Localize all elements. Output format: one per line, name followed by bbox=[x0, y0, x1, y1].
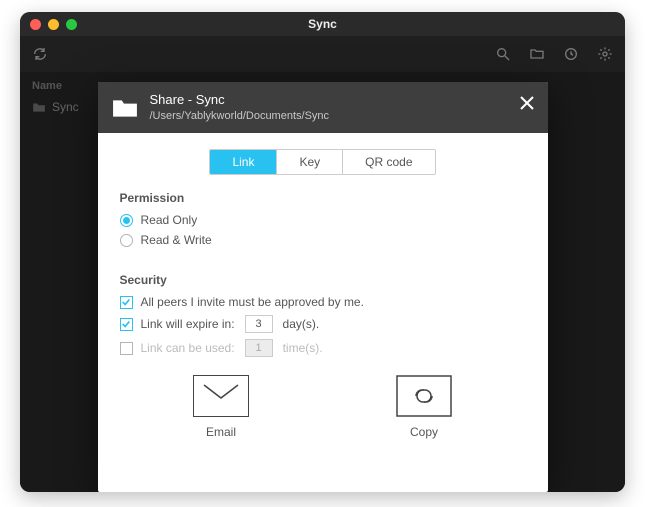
checkbox-link-expire[interactable]: Link will expire in: day(s). bbox=[120, 315, 526, 333]
checkbox-link-uses[interactable]: Link can be used: time(s). bbox=[120, 339, 526, 357]
copy-button[interactable]: Copy bbox=[396, 375, 452, 439]
tab-link[interactable]: Link bbox=[210, 150, 277, 174]
link-icon bbox=[396, 375, 452, 417]
close-button[interactable] bbox=[518, 94, 536, 112]
checkbox-icon bbox=[120, 296, 133, 309]
tab-qr-code[interactable]: QR code bbox=[343, 150, 434, 174]
modal-title: Share - Sync bbox=[150, 92, 330, 109]
checkbox-label-prefix: Link can be used: bbox=[141, 341, 235, 355]
modal-header: Share - Sync /Users/Yablykworld/Document… bbox=[98, 82, 548, 133]
action-label: Copy bbox=[410, 425, 438, 439]
permission-heading: Permission bbox=[120, 191, 526, 205]
settings-icon[interactable] bbox=[597, 46, 613, 62]
radio-icon bbox=[120, 234, 133, 247]
app-window: Sync Name Sync Share - Sync bbox=[20, 12, 625, 492]
modal-overlay: Share - Sync /Users/Yablykworld/Document… bbox=[20, 72, 625, 492]
action-row: Email Copy bbox=[120, 375, 526, 439]
toolbar bbox=[20, 36, 625, 72]
checkbox-label: All peers I invite must be approved by m… bbox=[141, 295, 364, 309]
action-label: Email bbox=[206, 425, 236, 439]
checkbox-label-suffix: day(s). bbox=[283, 317, 320, 331]
window-title: Sync bbox=[20, 17, 625, 31]
checkbox-icon bbox=[120, 318, 133, 331]
security-heading: Security bbox=[120, 273, 526, 287]
history-icon[interactable] bbox=[563, 46, 579, 62]
close-icon bbox=[518, 94, 536, 112]
radio-read-write[interactable]: Read & Write bbox=[120, 233, 526, 247]
envelope-icon bbox=[193, 375, 249, 417]
checkbox-icon bbox=[120, 342, 133, 355]
radio-label: Read Only bbox=[141, 213, 198, 227]
checkbox-label-prefix: Link will expire in: bbox=[141, 317, 235, 331]
search-icon[interactable] bbox=[495, 46, 511, 62]
modal-path: /Users/Yablykworld/Documents/Sync bbox=[150, 109, 330, 123]
titlebar: Sync bbox=[20, 12, 625, 36]
folder-icon[interactable] bbox=[529, 46, 545, 62]
radio-icon bbox=[120, 214, 133, 227]
radio-label: Read & Write bbox=[141, 233, 212, 247]
folder-icon bbox=[112, 97, 138, 119]
share-modal: Share - Sync /Users/Yablykworld/Document… bbox=[98, 82, 548, 492]
tab-group: Link Key QR code bbox=[120, 149, 526, 175]
tab-key[interactable]: Key bbox=[277, 150, 343, 174]
checkbox-approve-peers[interactable]: All peers I invite must be approved by m… bbox=[120, 295, 526, 309]
radio-read-only[interactable]: Read Only bbox=[120, 213, 526, 227]
uses-count-input bbox=[245, 339, 273, 357]
email-button[interactable]: Email bbox=[193, 375, 249, 439]
main-body: Name Sync Share - Sync /Users/Yablykworl… bbox=[20, 72, 625, 492]
refresh-icon[interactable] bbox=[32, 46, 48, 62]
modal-body: Link Key QR code Permission Read Only Re… bbox=[98, 133, 548, 457]
expire-days-input[interactable] bbox=[245, 315, 273, 333]
checkbox-label-suffix: time(s). bbox=[283, 341, 323, 355]
